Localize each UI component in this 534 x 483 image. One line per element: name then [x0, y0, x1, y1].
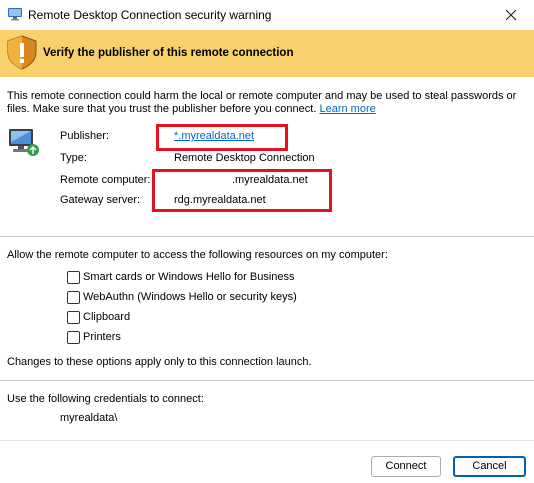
- banner-heading: Verify the publisher of this remote conn…: [43, 47, 294, 59]
- gateway-server-label: Gateway server:: [60, 194, 141, 206]
- resources-heading: Allow the remote computer to access the …: [7, 249, 388, 261]
- remote-computer-label: Remote computer:: [60, 174, 151, 186]
- divider-1: [0, 236, 534, 237]
- clipboard-checkbox[interactable]: [67, 311, 80, 324]
- divider-3: [0, 440, 534, 441]
- close-button[interactable]: [488, 0, 534, 30]
- warning-description: This remote connection could harm the lo…: [7, 90, 527, 116]
- publisher-highlight-box: [156, 124, 288, 151]
- smart-cards-label[interactable]: Smart cards or Windows Hello for Busines…: [83, 271, 295, 283]
- window-title: Remote Desktop Connection security warni…: [28, 8, 272, 22]
- options-note: Changes to these options apply only to t…: [7, 356, 312, 368]
- credentials-heading: Use the following credentials to connect…: [7, 393, 204, 405]
- security-shield-icon: [6, 35, 38, 70]
- cancel-button[interactable]: Cancel: [453, 456, 526, 477]
- credentials-username: myrealdata\: [60, 412, 118, 424]
- remote-desktop-app-icon: [7, 6, 23, 22]
- type-label: Type:: [60, 152, 87, 164]
- server-highlight-box: [152, 169, 332, 212]
- description-line-2: files. Make sure that you trust the publ…: [7, 103, 317, 115]
- publisher-label: Publisher:: [60, 130, 109, 142]
- smart-cards-checkbox[interactable]: [67, 271, 80, 284]
- printers-checkbox[interactable]: [67, 331, 80, 344]
- title-bar: Remote Desktop Connection security warni…: [0, 0, 534, 30]
- type-value: Remote Desktop Connection: [174, 152, 315, 164]
- close-icon: [505, 9, 517, 21]
- divider-2: [0, 380, 534, 381]
- webauthn-checkbox[interactable]: [67, 291, 80, 304]
- learn-more-link[interactable]: Learn more: [319, 103, 375, 115]
- warning-banner: Verify the publisher of this remote conn…: [0, 30, 534, 77]
- webauthn-label[interactable]: WebAuthn (Windows Hello or security keys…: [83, 291, 297, 303]
- remote-computer-icon: [7, 126, 41, 160]
- printers-label[interactable]: Printers: [83, 331, 121, 343]
- description-line-1: This remote connection could harm the lo…: [7, 90, 517, 102]
- clipboard-label[interactable]: Clipboard: [83, 311, 130, 323]
- connect-button[interactable]: Connect: [371, 456, 441, 477]
